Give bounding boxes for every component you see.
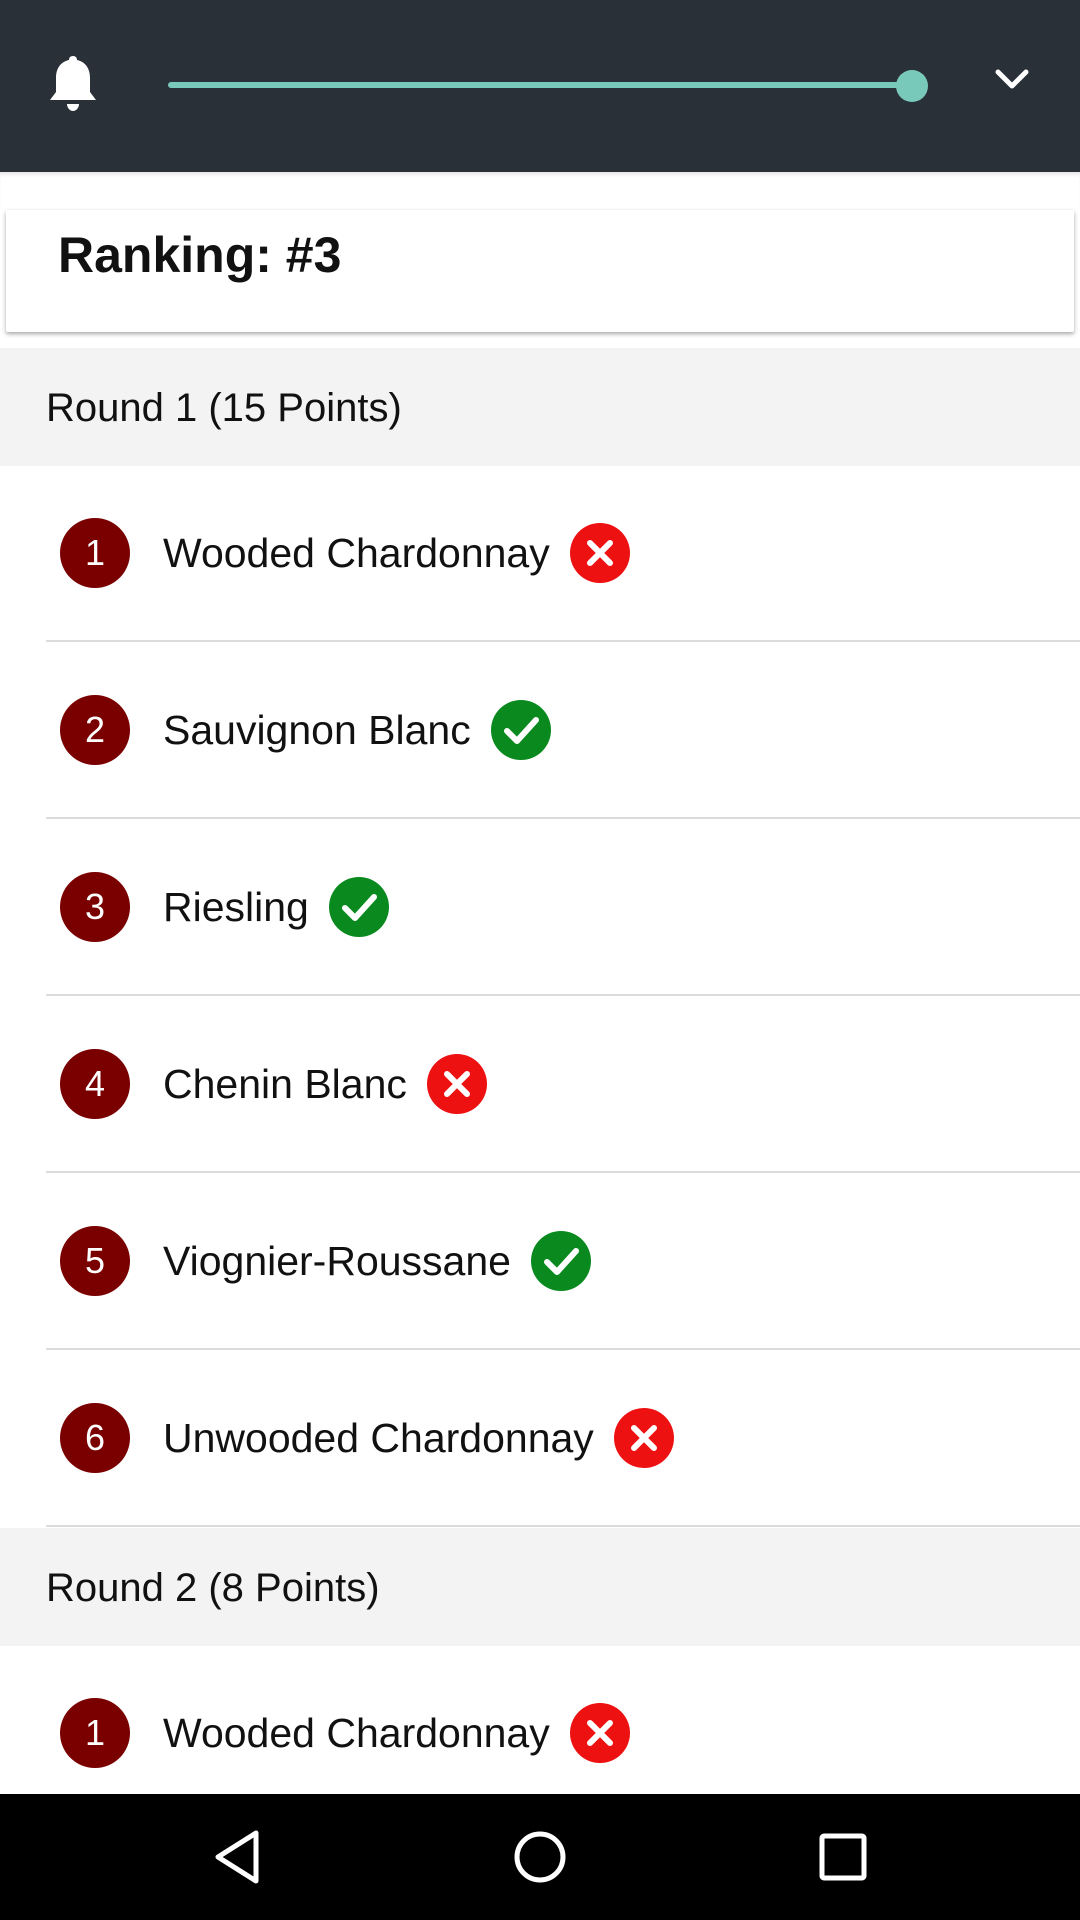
chevron-down-icon[interactable] xyxy=(994,66,1030,92)
cross-icon xyxy=(613,1408,674,1468)
rank-number-badge: 5 xyxy=(60,1226,130,1296)
list-item[interactable]: 1 Wooded Chardonnay xyxy=(0,466,1080,642)
round-header: Round 2 (8 Points) xyxy=(0,1528,1080,1646)
rank-number-badge: 2 xyxy=(60,695,130,765)
list-item[interactable]: 5 Viognier-Roussane xyxy=(0,1174,1080,1350)
top-app-bar xyxy=(0,0,1080,172)
round-title: Round 1 (15 Points) xyxy=(46,386,402,430)
wine-name: Wooded Chardonnay xyxy=(163,1710,550,1756)
row-divider xyxy=(46,1171,1080,1173)
round-header: Round 1 (15 Points) xyxy=(0,348,1080,466)
home-icon[interactable] xyxy=(510,1827,570,1887)
header-spacer xyxy=(0,172,1080,210)
cross-icon xyxy=(569,1703,630,1763)
list-item[interactable]: 6 Unwooded Chardonnay xyxy=(0,1351,1080,1527)
rank-number-badge: 6 xyxy=(60,1403,130,1473)
recents-icon[interactable] xyxy=(813,1827,873,1887)
rank-number-badge: 4 xyxy=(60,1049,130,1119)
ranking-title: Ranking: #3 xyxy=(58,227,342,283)
wine-name: Chenin Blanc xyxy=(163,1061,407,1107)
row-divider xyxy=(46,994,1080,996)
wine-name: Riesling xyxy=(163,884,309,930)
slider-track xyxy=(168,82,912,88)
bell-icon[interactable] xyxy=(46,52,100,114)
item-label-group: Wooded Chardonnay xyxy=(163,1703,630,1763)
slider-thumb[interactable] xyxy=(896,70,928,102)
item-label-group: Unwooded Chardonnay xyxy=(163,1408,674,1468)
cross-icon xyxy=(426,1054,487,1114)
round-title: Round 2 (8 Points) xyxy=(46,1566,380,1610)
item-label-group: Viognier-Roussane xyxy=(163,1231,591,1291)
list-item[interactable]: 3 Riesling xyxy=(0,820,1080,996)
rank-number-badge: 1 xyxy=(60,1698,130,1768)
check-icon xyxy=(328,877,389,937)
system-navigation-bar xyxy=(0,1794,1080,1920)
item-label-group: Riesling xyxy=(163,877,389,937)
check-icon xyxy=(490,700,551,760)
wine-name: Sauvignon Blanc xyxy=(163,707,471,753)
rank-number-badge: 3 xyxy=(60,872,130,942)
check-icon xyxy=(530,1231,591,1291)
item-label-group: Sauvignon Blanc xyxy=(163,700,551,760)
item-label-group: Chenin Blanc xyxy=(163,1054,487,1114)
row-divider xyxy=(46,640,1080,642)
wine-name: Unwooded Chardonnay xyxy=(163,1415,594,1461)
cross-icon xyxy=(569,523,630,583)
row-divider xyxy=(46,1525,1080,1527)
row-divider xyxy=(46,817,1080,819)
list-item[interactable]: 2 Sauvignon Blanc xyxy=(0,643,1080,819)
item-label-group: Wooded Chardonnay xyxy=(163,523,630,583)
back-icon[interactable] xyxy=(208,1827,268,1887)
row-divider xyxy=(46,1348,1080,1350)
wine-name: Wooded Chardonnay xyxy=(163,530,550,576)
wine-name: Viognier-Roussane xyxy=(163,1238,511,1284)
rank-number-badge: 1 xyxy=(60,518,130,588)
progress-slider[interactable] xyxy=(168,70,928,102)
list-item[interactable]: 4 Chenin Blanc xyxy=(0,997,1080,1173)
